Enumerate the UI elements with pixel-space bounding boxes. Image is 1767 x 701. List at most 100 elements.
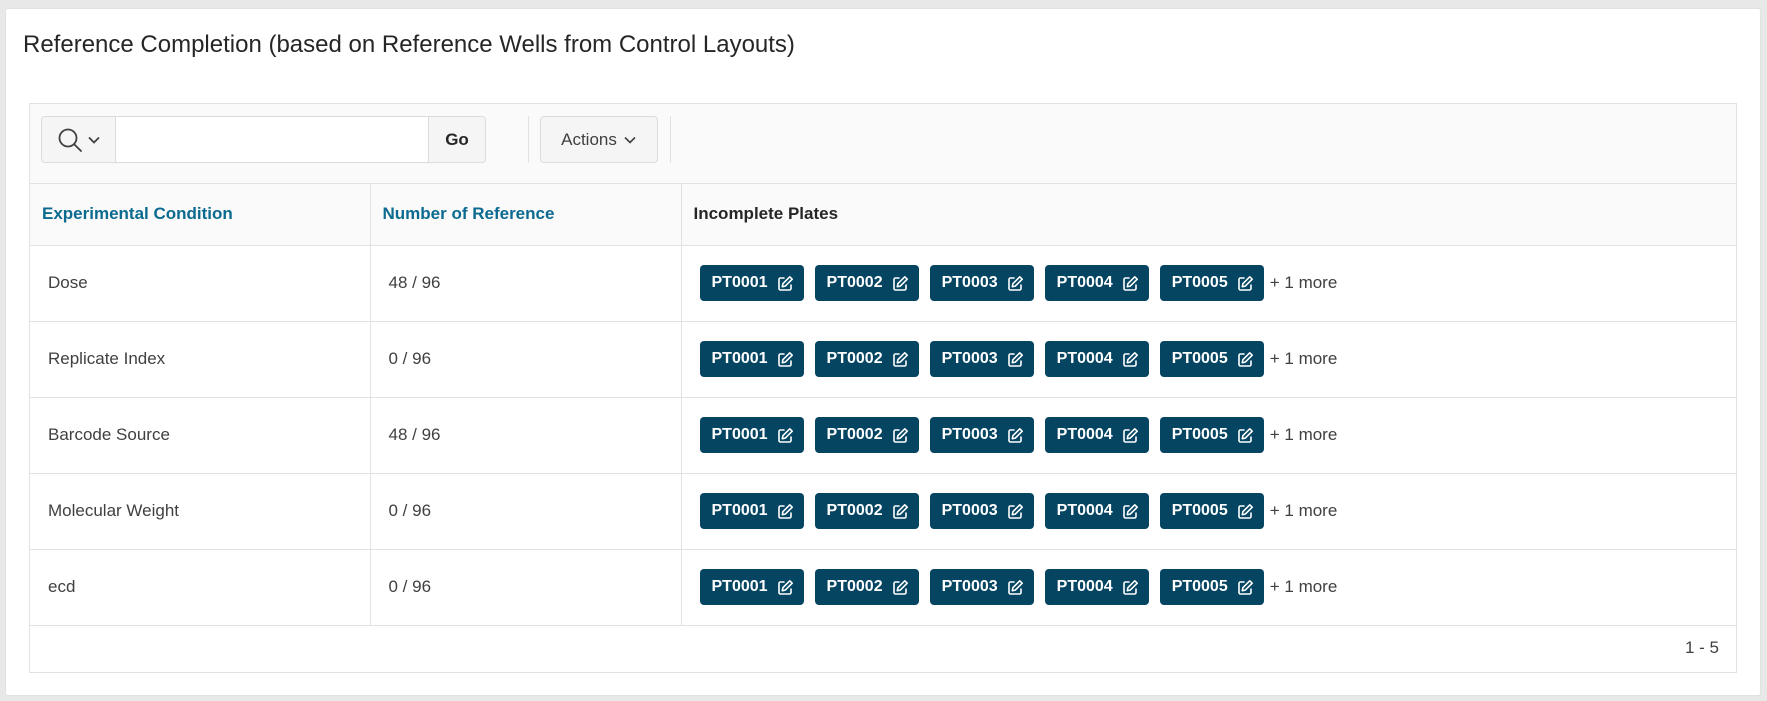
edit-icon (892, 351, 908, 367)
report-toolbar: Go Actions (30, 104, 1736, 184)
edit-icon (777, 503, 793, 519)
plate-button[interactable]: PT0002 (814, 341, 919, 377)
edit-icon (777, 351, 793, 367)
plate-label: PT0002 (826, 578, 883, 595)
go-button[interactable]: Go (428, 117, 485, 162)
edit-icon (1007, 503, 1023, 519)
edit-icon (1007, 579, 1023, 595)
table-row: Replicate Index 0 / 96 PT0001 PT0002 PT000… (30, 321, 1736, 398)
search-icon (58, 128, 82, 152)
edit-icon (1237, 427, 1253, 443)
edit-icon (892, 427, 908, 443)
plate-list: PT0001 PT0002 PT0003 PT0004 PT0005 + 1 more (699, 265, 1719, 301)
plate-label: PT0005 (1171, 350, 1228, 367)
column-header-incomplete-plates: Incomplete Plates (681, 184, 1736, 246)
cell-number-of-reference: 0 / 96 (370, 549, 682, 626)
region-title: Reference Completion (based on Reference… (23, 31, 795, 58)
chevron-down-icon (87, 136, 100, 144)
edit-icon (777, 275, 793, 291)
more-plates-label: + 1 more (1269, 425, 1338, 444)
plate-button[interactable]: PT0004 (1044, 265, 1149, 301)
plate-button[interactable]: PT0003 (929, 265, 1034, 301)
cell-experimental-condition: Barcode Source (30, 397, 371, 474)
plate-button[interactable]: PT0001 (699, 265, 804, 301)
cell-experimental-condition: ecd (30, 549, 371, 626)
edit-icon (1122, 427, 1138, 443)
plate-button[interactable]: PT0005 (1159, 417, 1264, 453)
cell-number-of-reference: 0 / 96 (370, 473, 682, 550)
plate-label: PT0005 (1171, 578, 1228, 595)
plate-label: PT0001 (711, 578, 768, 595)
column-header-number-of-reference[interactable]: Number of Reference (370, 184, 682, 246)
search-input[interactable] (116, 117, 428, 162)
report-table: Experimental Condition Number of Referen… (30, 184, 1736, 626)
plate-label: PT0002 (826, 274, 883, 291)
edit-icon (1237, 351, 1253, 367)
actions-button[interactable]: Actions (540, 116, 658, 163)
cell-incomplete-plates: PT0001 PT0002 PT0003 PT0004 PT0005 + 1 more (681, 321, 1736, 398)
plate-label: PT0001 (711, 350, 768, 367)
plate-button[interactable]: PT0004 (1044, 493, 1149, 529)
plate-label: PT0001 (711, 502, 768, 519)
plate-button[interactable]: PT0005 (1159, 493, 1264, 529)
plate-label: PT0004 (1056, 274, 1113, 291)
search-column-selector[interactable] (42, 117, 116, 162)
cell-number-of-reference: 48 / 96 (370, 245, 682, 322)
edit-icon (892, 503, 908, 519)
edit-icon (1122, 351, 1138, 367)
edit-icon (1007, 275, 1023, 291)
table-header-row: Experimental Condition Number of Referen… (30, 184, 1736, 246)
plate-button[interactable]: PT0001 (699, 417, 804, 453)
edit-icon (1237, 579, 1253, 595)
plate-button[interactable]: PT0001 (699, 493, 804, 529)
cell-incomplete-plates: PT0001 PT0002 PT0003 PT0004 PT0005 + 1 more (681, 473, 1736, 550)
edit-icon (892, 579, 908, 595)
plate-button[interactable]: PT0004 (1044, 569, 1149, 605)
table-row: Molecular Weight 0 / 96 PT0001 PT0002 PT00… (30, 473, 1736, 550)
plate-label: PT0003 (941, 274, 998, 291)
pagination-range: 1 - 5 (1684, 638, 1719, 657)
plate-button[interactable]: PT0003 (929, 341, 1034, 377)
toolbar-divider (670, 116, 671, 163)
toolbar-divider (528, 116, 529, 163)
table-row: Dose 48 / 96 PT0001 PT0002 PT0003 PT0004 PT0… (30, 245, 1736, 322)
plate-label: PT0003 (941, 502, 998, 519)
plate-button[interactable]: PT0003 (929, 569, 1034, 605)
plate-list: PT0001 PT0002 PT0003 PT0004 PT0005 + 1 more (699, 341, 1719, 377)
cell-number-of-reference: 0 / 96 (370, 321, 682, 398)
plate-button[interactable]: PT0001 (699, 341, 804, 377)
edit-icon (1122, 503, 1138, 519)
plate-button[interactable]: PT0002 (814, 493, 919, 529)
cell-incomplete-plates: PT0001 PT0002 PT0003 PT0004 PT0005 + 1 more (681, 397, 1736, 474)
plate-button[interactable]: PT0003 (929, 417, 1034, 453)
plate-button[interactable]: PT0005 (1159, 341, 1264, 377)
report-region: Reference Completion (based on Reference… (5, 8, 1761, 696)
plate-button[interactable]: PT0004 (1044, 341, 1149, 377)
more-plates-label: + 1 more (1269, 577, 1338, 596)
plate-button[interactable]: PT0005 (1159, 265, 1264, 301)
more-plates-label: + 1 more (1269, 273, 1338, 292)
plate-button[interactable]: PT0005 (1159, 569, 1264, 605)
plate-button[interactable]: PT0004 (1044, 417, 1149, 453)
table-row: ecd 0 / 96 PT0001 PT0002 PT0003 PT0004 PT000… (30, 549, 1736, 626)
plate-button[interactable]: PT0002 (814, 417, 919, 453)
plate-button[interactable]: PT0001 (699, 569, 804, 605)
plate-label: PT0003 (941, 426, 998, 443)
plate-label: PT0004 (1056, 350, 1113, 367)
column-header-experimental-condition[interactable]: Experimental Condition (30, 184, 371, 246)
cell-incomplete-plates: PT0001 PT0002 PT0003 PT0004 PT0005 + 1 more (681, 245, 1736, 322)
edit-icon (777, 579, 793, 595)
plate-list: PT0001 PT0002 PT0003 PT0004 PT0005 + 1 more (699, 417, 1719, 453)
plate-button[interactable]: PT0002 (814, 265, 919, 301)
cell-experimental-condition: Dose (30, 245, 371, 322)
cell-incomplete-plates: PT0001 PT0002 PT0003 PT0004 PT0005 + 1 more (681, 549, 1736, 626)
plate-label: PT0005 (1171, 274, 1228, 291)
table-row: Barcode Source 48 / 96 PT0001 PT0002 PT000… (30, 397, 1736, 474)
table-body: Dose 48 / 96 PT0001 PT0002 PT0003 PT0004 PT0… (30, 245, 1736, 626)
plate-button[interactable]: PT0003 (929, 493, 1034, 529)
plate-button[interactable]: PT0002 (814, 569, 919, 605)
plate-label: PT0003 (941, 350, 998, 367)
plate-list: PT0001 PT0002 PT0003 PT0004 PT0005 + 1 more (699, 569, 1719, 605)
actions-label: Actions (561, 129, 617, 149)
plate-label: PT0001 (711, 426, 768, 443)
